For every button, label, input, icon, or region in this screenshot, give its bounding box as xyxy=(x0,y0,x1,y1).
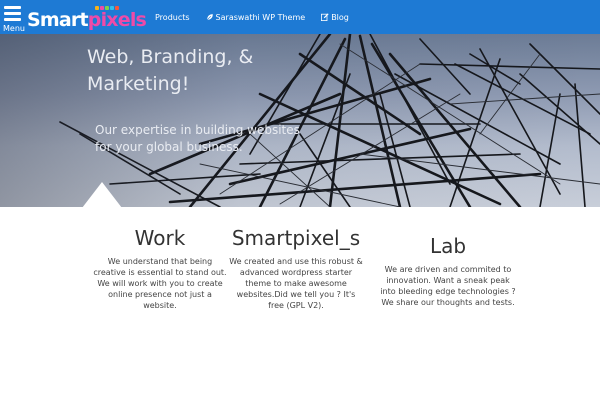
nav-link-blog-label: Blog xyxy=(331,12,349,22)
logo-pixels: pixels xyxy=(87,9,147,31)
feature-work: Work We understand that being creative i… xyxy=(93,226,227,311)
hero-banner: Web, Branding, & Marketing! Our expertis… xyxy=(0,34,600,207)
logo-smart: Smart xyxy=(27,9,89,31)
hamburger-icon-bar xyxy=(4,12,21,15)
nav-link-products[interactable]: Products xyxy=(155,13,190,22)
nav-links: Products Saraswathi WP Theme Blog xyxy=(155,0,365,34)
nav-link-blog[interactable]: Blog xyxy=(321,13,349,22)
hero-heading: Web, Branding, & Marketing! xyxy=(87,46,254,95)
feature-smartpixel-title[interactable]: Smartpixel_s xyxy=(229,226,363,250)
feature-work-title[interactable]: Work xyxy=(93,226,227,250)
nav-link-products-label: Products xyxy=(155,12,190,22)
feature-smartpixel: Smartpixel_s We created and use this rob… xyxy=(229,226,363,311)
feature-work-text: We understand that being creative is ess… xyxy=(93,257,227,310)
menu-label[interactable]: Menu xyxy=(3,24,25,34)
edit-icon xyxy=(321,13,329,21)
hamburger-icon xyxy=(4,6,21,9)
feature-smartpixel-text: We created and use this robust & advance… xyxy=(229,257,363,310)
hero-subtitle: Our expertise in building websites for y… xyxy=(95,123,300,154)
hero-notch xyxy=(82,182,122,207)
hamburger-icon-bar xyxy=(4,18,21,21)
nav-link-saraswathi-theme[interactable]: Saraswathi WP Theme xyxy=(206,12,306,22)
nav-link-saraswathi-label: Saraswathi WP Theme xyxy=(215,12,306,22)
feature-lab-text: We are driven and commited to innovation… xyxy=(380,265,516,307)
top-navbar: Menu Smartpixels Products Saraswathi WP … xyxy=(0,0,600,34)
logo-text: Smartpixels xyxy=(27,9,147,31)
feature-lab-title[interactable]: Lab xyxy=(380,234,516,258)
feature-lab: Lab We are driven and commited to innova… xyxy=(380,234,516,308)
leaf-icon xyxy=(206,13,214,21)
